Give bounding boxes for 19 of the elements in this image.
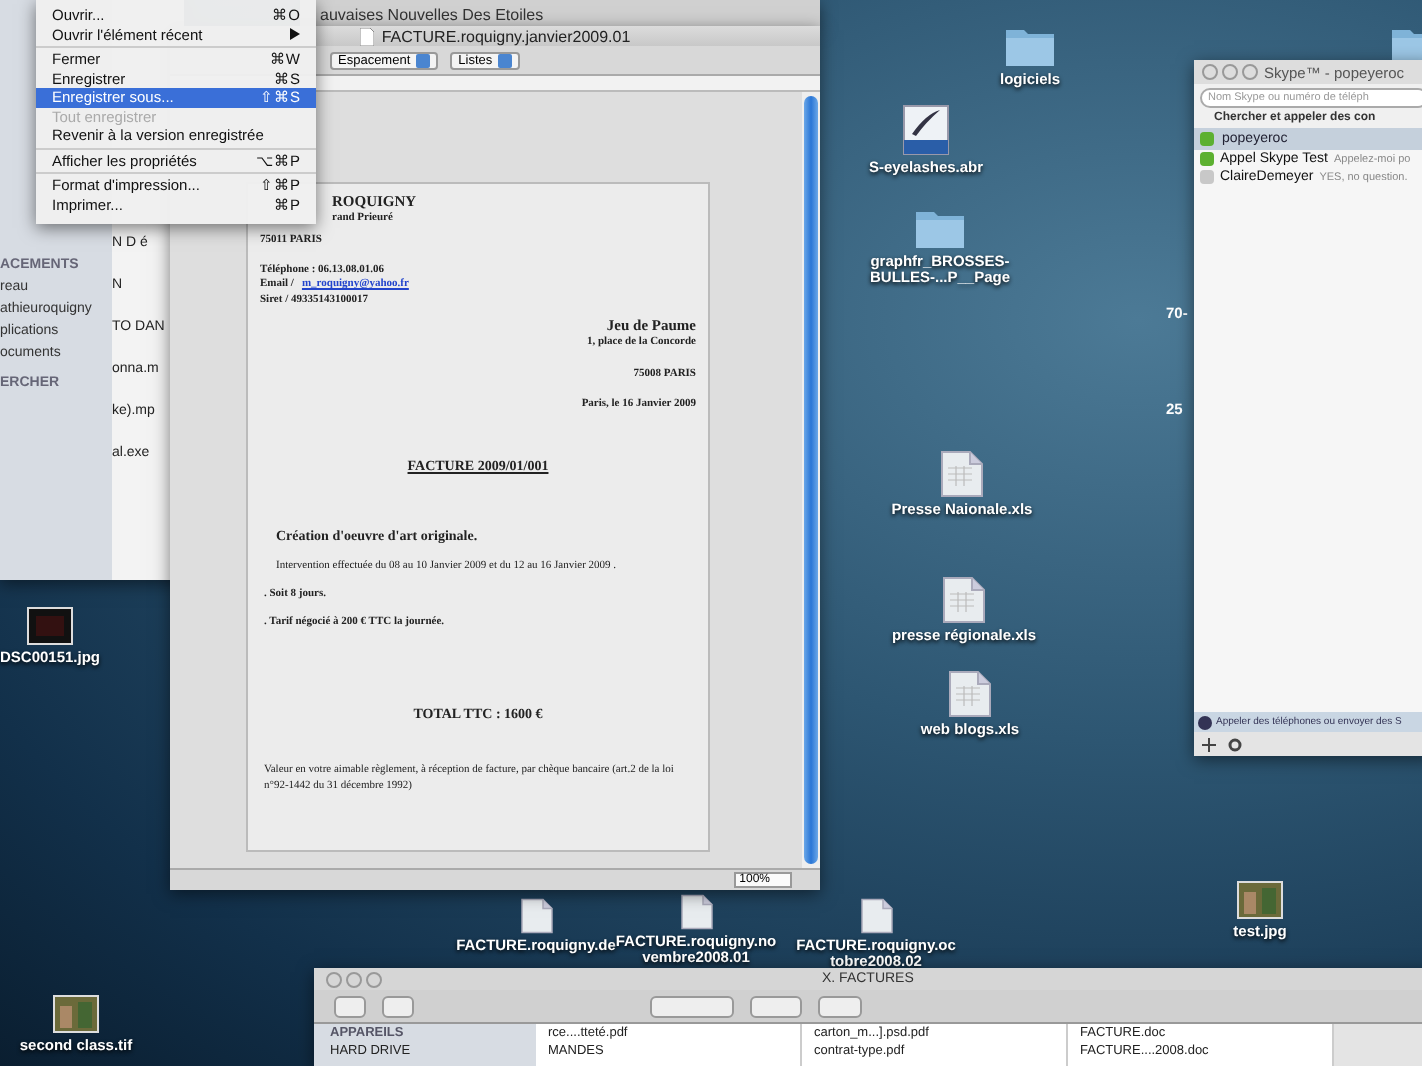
brush-file-icon[interactable] (902, 104, 950, 156)
photo-file-icon[interactable] (1236, 880, 1284, 920)
folder-icon[interactable] (1004, 24, 1056, 68)
document-file-icon[interactable] (940, 450, 984, 498)
gear-icon[interactable] (1228, 737, 1242, 751)
image-file-icon[interactable] (26, 606, 74, 646)
folder-icon[interactable] (914, 206, 966, 250)
document-file-icon[interactable] (948, 670, 992, 718)
document-file-icon[interactable] (859, 898, 893, 934)
submenu-arrow-icon (290, 28, 300, 41)
window-title: auvaises Nouvelles Des Etoiles (318, 5, 544, 23)
document-file-icon[interactable] (679, 894, 713, 930)
document-file-icon[interactable] (942, 576, 986, 624)
document-file-icon[interactable] (519, 898, 553, 934)
add-icon[interactable] (1202, 737, 1216, 751)
document-icon (359, 27, 374, 45)
photo-file-icon[interactable] (52, 994, 100, 1034)
scrollbar[interactable] (802, 92, 820, 868)
window-title: FACTURE.roquigny.janvier2009.01 (381, 27, 631, 45)
